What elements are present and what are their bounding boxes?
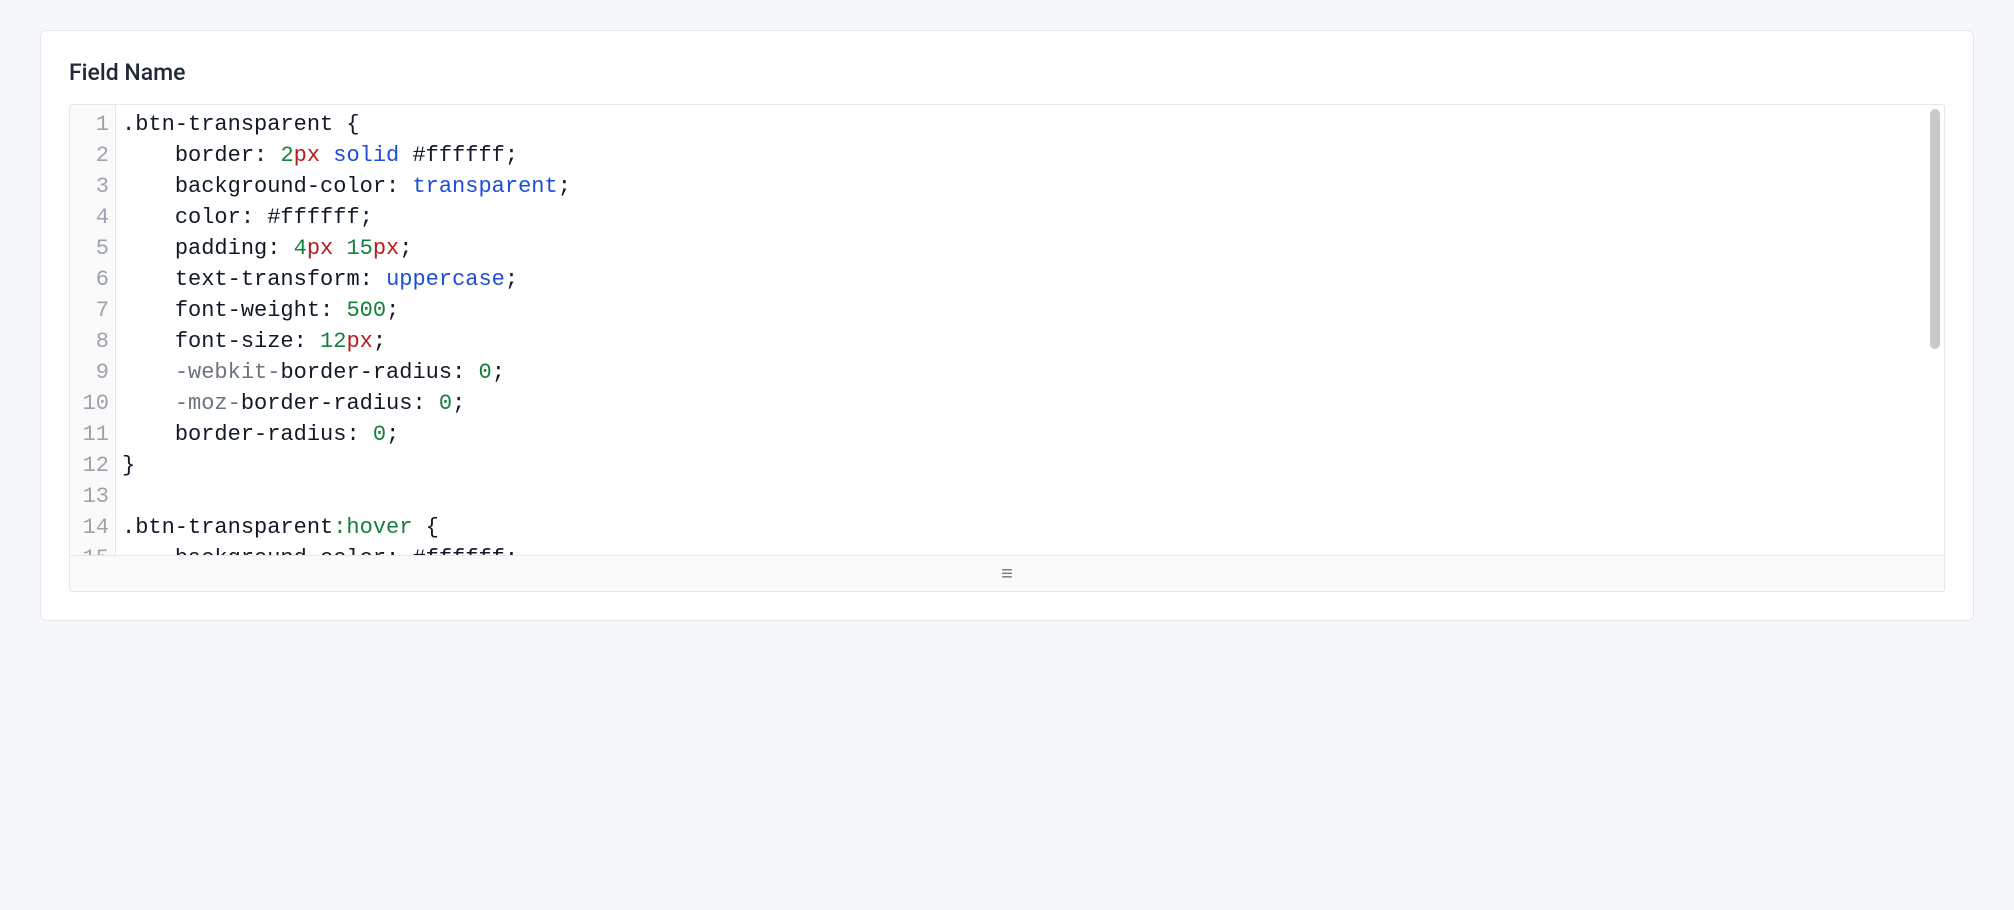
code-editor-gutter: 123456789101112131415 [70, 105, 116, 555]
code-line[interactable]: .btn-transparent { [122, 109, 1944, 140]
code-line[interactable]: font-weight: 500; [122, 295, 1944, 326]
code-line[interactable]: } [122, 450, 1944, 481]
code-editor-scrollbar[interactable] [1930, 109, 1940, 519]
gutter-line-number: 2 [70, 140, 109, 171]
code-line[interactable]: border: 2px solid #ffffff; [122, 140, 1944, 171]
gutter-line-number: 15 [70, 543, 109, 555]
gutter-line-number: 4 [70, 202, 109, 233]
gutter-line-number: 3 [70, 171, 109, 202]
code-editor-body[interactable]: 123456789101112131415 .btn-transparent {… [70, 105, 1944, 555]
gutter-line-number: 11 [70, 419, 109, 450]
gutter-line-number: 9 [70, 357, 109, 388]
gutter-line-number: 1 [70, 109, 109, 140]
code-line[interactable]: font-size: 12px; [122, 326, 1944, 357]
drag-handle-icon: ≡ [1001, 561, 1013, 586]
code-line[interactable]: -moz-border-radius: 0; [122, 388, 1944, 419]
gutter-line-number: 10 [70, 388, 109, 419]
page-root: Field Name 123456789101112131415 .btn-tr… [0, 0, 2014, 651]
code-line[interactable]: padding: 4px 15px; [122, 233, 1944, 264]
gutter-line-number: 14 [70, 512, 109, 543]
code-line[interactable]: background-color: transparent; [122, 171, 1944, 202]
code-editor: 123456789101112131415 .btn-transparent {… [69, 104, 1945, 592]
gutter-line-number: 8 [70, 326, 109, 357]
code-line[interactable]: color: #ffffff; [122, 202, 1944, 233]
gutter-line-number: 5 [70, 233, 109, 264]
code-line[interactable]: text-transform: uppercase; [122, 264, 1944, 295]
code-line[interactable]: -webkit-border-radius: 0; [122, 357, 1944, 388]
code-line[interactable]: border-radius: 0; [122, 419, 1944, 450]
gutter-line-number: 12 [70, 450, 109, 481]
code-editor-scrollbar-thumb[interactable] [1930, 109, 1940, 349]
gutter-line-number: 13 [70, 481, 109, 512]
gutter-line-number: 6 [70, 264, 109, 295]
form-card: Field Name 123456789101112131415 .btn-tr… [40, 30, 1974, 621]
code-editor-resize-handle[interactable]: ≡ [70, 555, 1944, 591]
field-label: Field Name [69, 59, 1945, 86]
code-editor-textarea[interactable]: .btn-transparent { border: 2px solid #ff… [116, 105, 1944, 555]
code-line[interactable]: .btn-transparent:hover { [122, 512, 1944, 543]
gutter-line-number: 7 [70, 295, 109, 326]
code-line[interactable]: background-color: #ffffff; [122, 543, 1944, 555]
code-line[interactable] [122, 481, 1944, 512]
